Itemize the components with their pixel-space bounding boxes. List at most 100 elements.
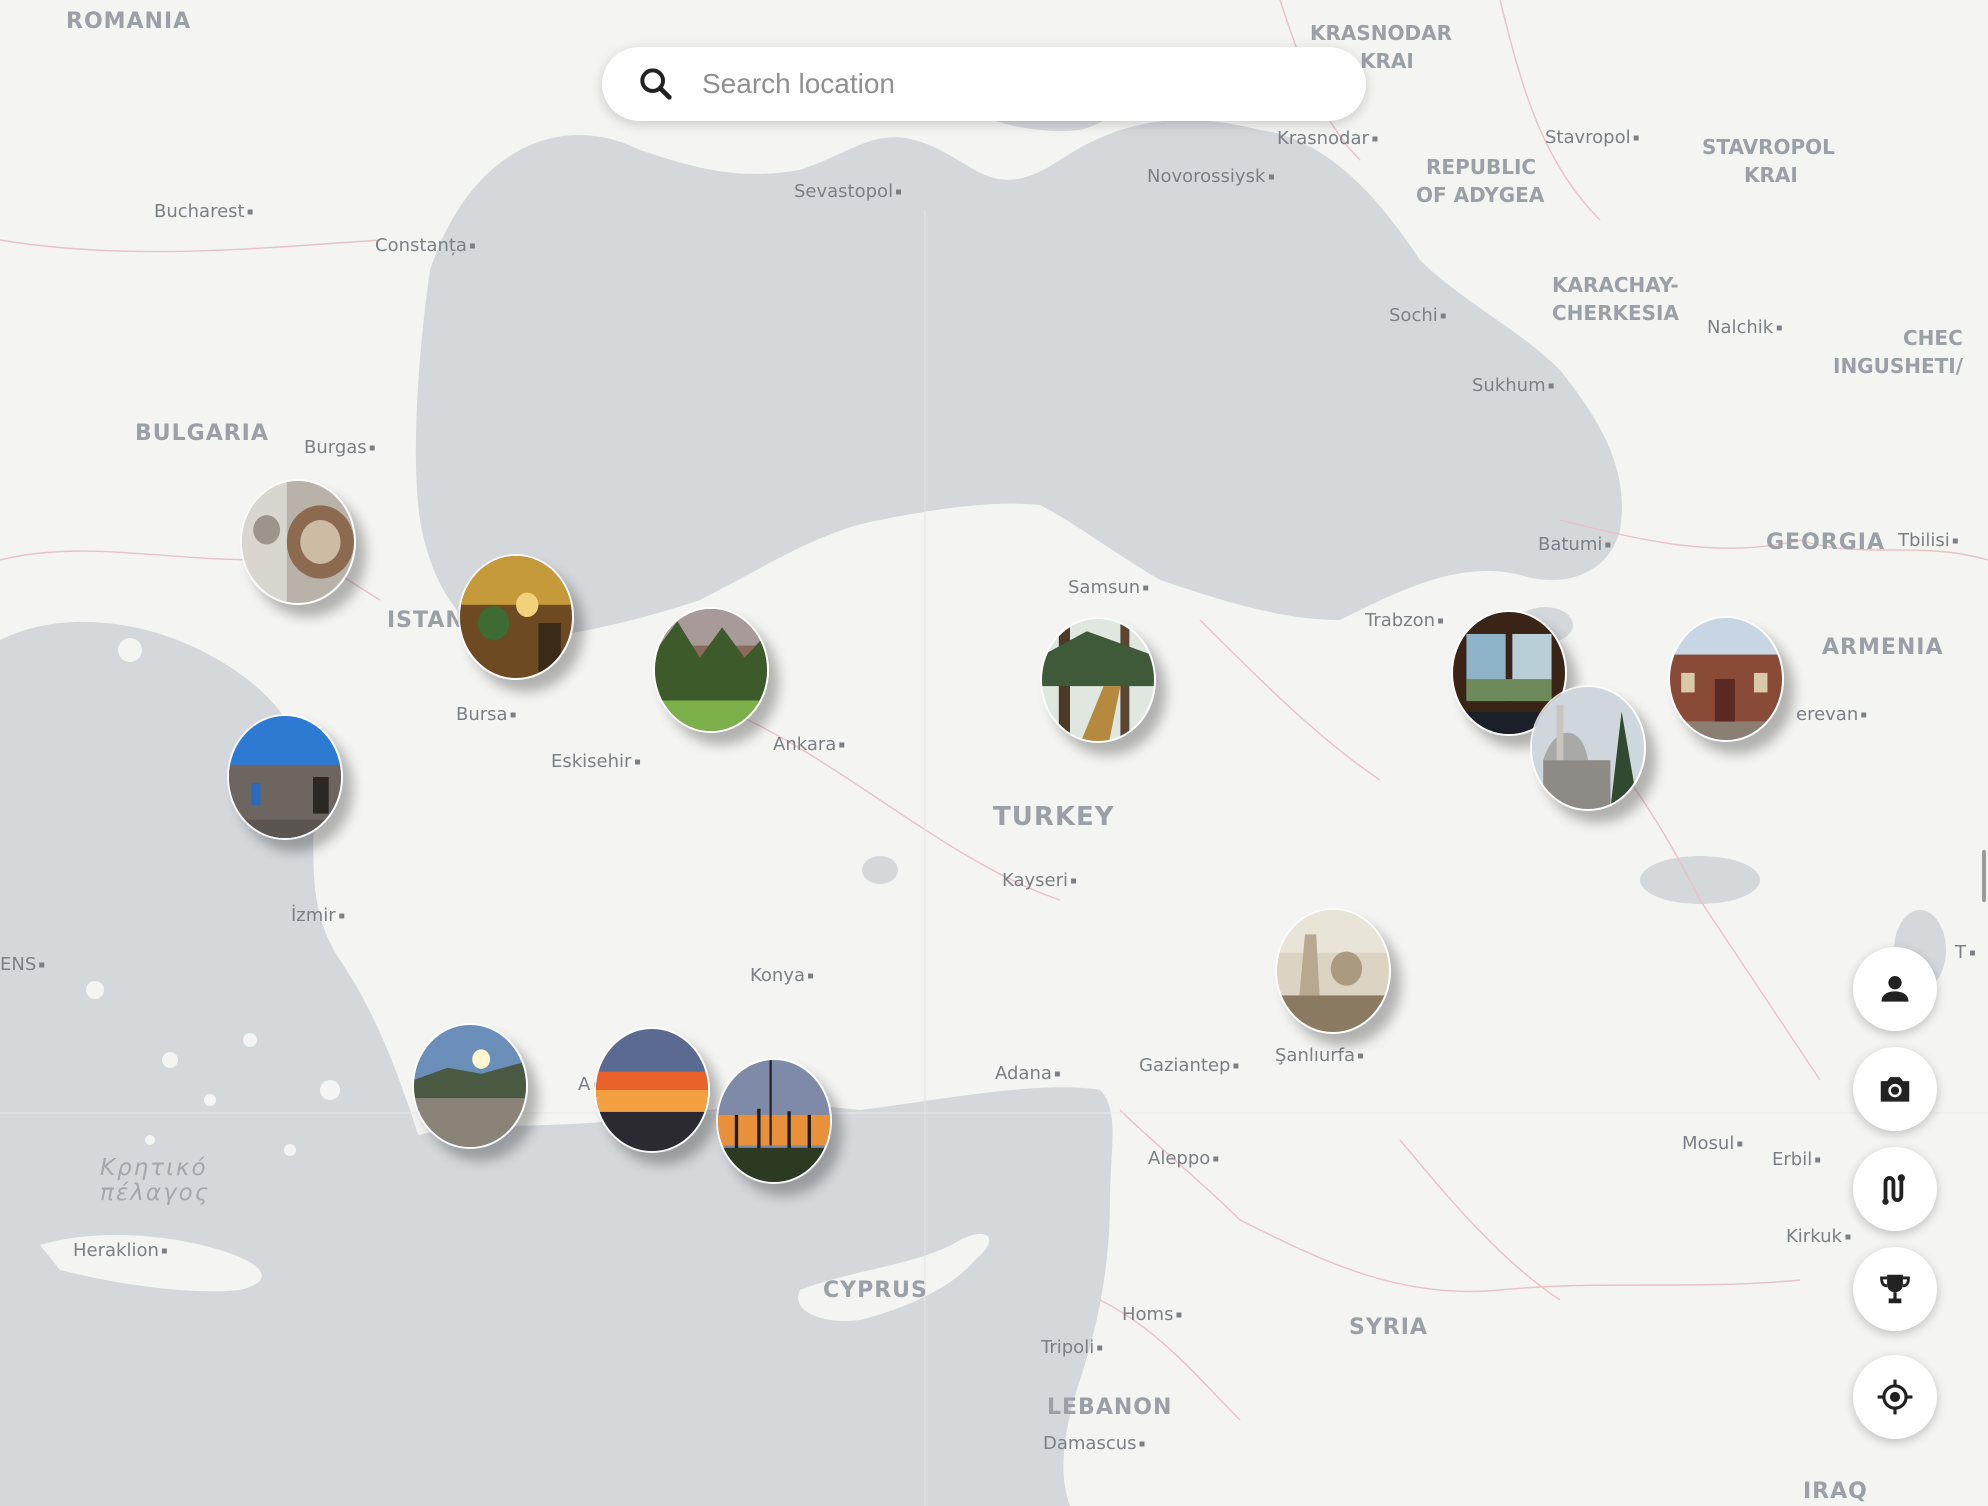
city-dot	[1097, 1345, 1103, 1351]
city-tripoli: Tripoli	[1040, 1337, 1094, 1358]
search-icon	[640, 68, 672, 100]
city-samsun: Samsun	[1068, 577, 1140, 598]
photo-marker-ornate-dome[interactable]	[240, 479, 356, 605]
photo-marker-orange-sunset[interactable]	[594, 1027, 710, 1153]
label-romania: ROMANIA	[66, 9, 191, 34]
label-adygea-2: OF ADYGEA	[1416, 183, 1545, 207]
city-sanliurfa: Şanlıurfa	[1275, 1045, 1355, 1066]
city-dot	[1358, 1053, 1364, 1059]
city-dot	[369, 445, 375, 451]
city-dot	[1213, 1156, 1219, 1162]
photo-marker-palm-sunset[interactable]	[716, 1058, 832, 1184]
label-syria: SYRIA	[1349, 1315, 1428, 1340]
label-armenia: ARMENIA	[1822, 635, 1944, 660]
city-dot	[1071, 878, 1077, 884]
city-burgas: Burgas	[304, 437, 367, 458]
city-dot	[1233, 1063, 1239, 1069]
city-krasnodar: Krasnodar	[1277, 128, 1369, 149]
city-dot	[1268, 174, 1274, 180]
city-sevastopol: Sevastopol	[794, 181, 893, 202]
photo-marker-mosque-snow[interactable]	[1530, 685, 1646, 811]
photo-marker-rocky-sunset[interactable]	[412, 1023, 528, 1149]
city-trabzon: Trabzon	[1364, 610, 1435, 631]
city-dot	[1176, 1312, 1182, 1318]
city-dot	[1952, 538, 1958, 544]
city-dot	[469, 243, 475, 249]
label-lebanon: LEBANON	[1047, 1395, 1172, 1420]
city-dot	[839, 742, 845, 748]
city-dot	[1845, 1234, 1851, 1240]
label-turkey: TURKEY	[993, 802, 1115, 832]
city-sukhum: Sukhum	[1472, 375, 1546, 396]
city-constanta: Constanța	[375, 235, 467, 256]
label-cyprus: CYPRUS	[823, 1278, 928, 1303]
city-dot	[510, 712, 516, 718]
city-dot	[1143, 585, 1149, 591]
city-edge-partial: T	[1954, 942, 1967, 963]
label-georgia: GEORGIA	[1766, 530, 1885, 555]
photo-marker-mosque-interior[interactable]	[458, 554, 574, 680]
photo-marker-stone-house[interactable]	[227, 714, 343, 840]
label-stavropol-2: KRAI	[1744, 163, 1798, 187]
city-dot	[635, 759, 641, 765]
label-karachay: KARACHAY-	[1552, 273, 1679, 297]
label-istanbul-partial: ISTAN	[387, 608, 465, 633]
city-dot	[1633, 135, 1639, 141]
city-mosul: Mosul	[1682, 1133, 1734, 1154]
city-yerevan: erevan	[1796, 704, 1858, 725]
city-dot	[161, 1248, 167, 1254]
camera-button[interactable]	[1853, 1047, 1937, 1131]
city-stavropol: Stavropol	[1545, 127, 1631, 148]
camera-icon	[1880, 1077, 1910, 1102]
city-dot	[1440, 313, 1446, 319]
city-eskisehir: Eskisehir	[551, 751, 632, 772]
label-chechnya: CHEC	[1903, 326, 1963, 350]
scrollbar-handle[interactable]	[1982, 850, 1986, 902]
city-dot	[808, 973, 814, 979]
city-dot	[1776, 325, 1782, 331]
city-dot	[896, 189, 902, 195]
route-icon	[1882, 1174, 1905, 1205]
label-cretan-sea-2: πέλαγος	[100, 1180, 210, 1206]
photo-marker-autumn-forest[interactable]	[653, 607, 769, 733]
city-bursa: Bursa	[456, 704, 508, 725]
city-dot	[39, 962, 45, 968]
label-krasnodar-region: KRASNODAR	[1310, 21, 1452, 45]
city-heraklion: Heraklion	[73, 1240, 159, 1261]
city-dot	[1970, 950, 1975, 956]
city-dot	[1861, 712, 1867, 718]
photo-marker-forest-stairs[interactable]	[1040, 617, 1156, 743]
city-bucharest: Bucharest	[154, 201, 245, 222]
label-karachay-2: CHERKESIA	[1552, 301, 1679, 325]
label-bulgaria: BULGARIA	[135, 421, 269, 446]
person-icon	[1881, 976, 1909, 1002]
city-dot	[1139, 1441, 1145, 1447]
city-nalchik: Nalchik	[1707, 317, 1774, 338]
trophy-icon	[1880, 1274, 1910, 1304]
city-ankara: Ankara	[773, 734, 836, 755]
city-homs: Homs	[1122, 1304, 1173, 1325]
city-adana: Adana	[995, 1063, 1052, 1084]
city-dot	[1605, 542, 1611, 548]
city-dot	[1054, 1071, 1060, 1077]
search-input[interactable]	[700, 67, 1324, 101]
city-kayseri: Kayseri	[1002, 870, 1068, 891]
city-antalya-partial: A	[578, 1074, 591, 1095]
label-adygea: REPUBLIC	[1426, 155, 1536, 179]
photo-marker-stone-heads[interactable]	[1275, 908, 1391, 1034]
locate-button[interactable]	[1853, 1355, 1937, 1439]
trophy-button[interactable]	[1853, 1247, 1937, 1331]
label-ingushetia: INGUSHETI/	[1833, 354, 1964, 378]
photo-marker-red-brick-building[interactable]	[1668, 616, 1784, 742]
city-kirkuk: Kirkuk	[1786, 1226, 1842, 1247]
city-aleppo: Aleppo	[1148, 1148, 1210, 1169]
city-erbil: Erbil	[1772, 1149, 1812, 1170]
label-iraq: IRAQ	[1803, 1479, 1868, 1504]
route-button[interactable]	[1853, 1147, 1937, 1231]
city-konya: Konya	[750, 965, 805, 986]
city-novorossiysk: Novorossiysk	[1147, 166, 1266, 187]
search-bar[interactable]	[602, 47, 1366, 121]
profile-button[interactable]	[1853, 947, 1937, 1031]
city-dot	[1737, 1141, 1743, 1147]
city-dot	[1438, 618, 1444, 624]
